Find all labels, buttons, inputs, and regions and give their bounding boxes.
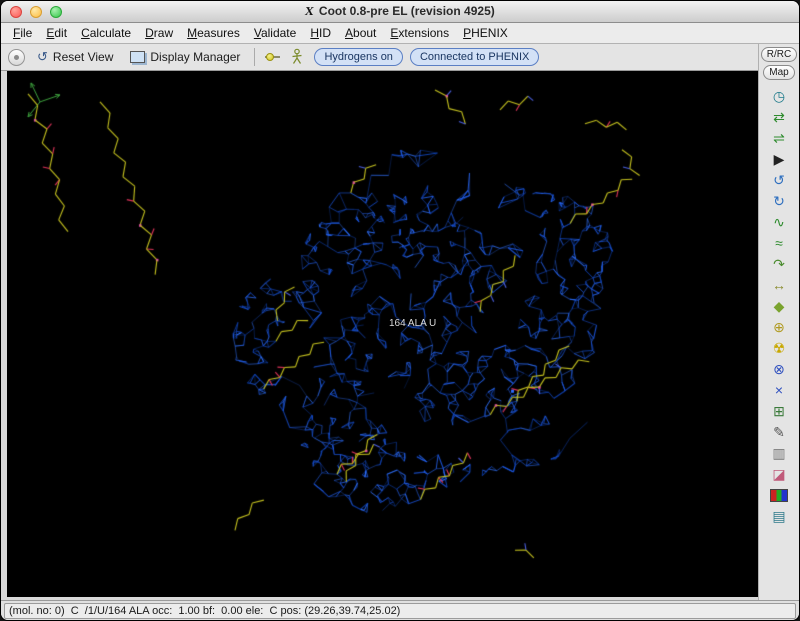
hydrogen-toggle-atom xyxy=(266,53,274,61)
toolbar-overflow-icon xyxy=(14,55,19,60)
regularize-zone-icon[interactable]: ⇄ xyxy=(767,108,791,127)
add-atom-icon[interactable]: ⊞ xyxy=(767,402,791,421)
viewport: 164 ALA U xyxy=(1,71,758,600)
side-icon-strip: ◷ ⇄ ⇌ ▶ ↺ ↻ ∿ ≈ ↷ ↔ ◆ ⊕ ☢ ⊗ × ⊞ ✎ ▥ ◪ ▤ xyxy=(767,87,791,526)
zoom-button[interactable] xyxy=(50,6,62,18)
display-manager-button[interactable]: Display Manager xyxy=(125,48,245,66)
close-button[interactable] xyxy=(10,6,22,18)
right-panel: R/RC Map ◷ ⇄ ⇌ ▶ ↺ ↻ ∿ ≈ ↷ ↔ ◆ ⊕ ☢ ⊗ × ⊞ ✎ ▥ ◪ ▤ xyxy=(758,44,799,600)
refine-arrows-icon[interactable]: ⊗ xyxy=(767,360,791,379)
menu-phenix[interactable]: PHENIX xyxy=(456,24,515,42)
toolbar-overflow-button[interactable] xyxy=(8,49,25,66)
display-manager-label: Display Manager xyxy=(150,50,240,64)
traffic-lights xyxy=(10,6,62,18)
person-glyph xyxy=(289,48,305,65)
rrc-button[interactable]: R/RC xyxy=(761,47,797,62)
auto-fit-rotamer-icon[interactable]: ↺ xyxy=(767,171,791,190)
rotate-translate-icon[interactable]: ▶ xyxy=(767,150,791,169)
toolbar-separator xyxy=(254,48,255,66)
connected-to-phenix-button[interactable]: Connected to PHENIX xyxy=(410,48,539,66)
title-bar[interactable]: X Coot 0.8-pre EL (revision 4925) xyxy=(1,1,799,23)
menu-hid[interactable]: HID xyxy=(303,24,338,42)
rotamers-icon[interactable]: ↻ xyxy=(767,192,791,211)
flip-peptide-icon[interactable]: ↷ xyxy=(767,255,791,274)
minimize-button[interactable] xyxy=(30,6,42,18)
display-settings-icon[interactable] xyxy=(767,486,791,505)
reset-view-icon: ↺ xyxy=(37,51,48,63)
menu-bar: FileEditCalculateDrawMeasuresValidateHID… xyxy=(1,23,799,44)
real-space-refine-icon[interactable]: ◷ xyxy=(767,87,791,106)
menu-extensions[interactable]: Extensions xyxy=(383,24,456,42)
menu-file[interactable]: File xyxy=(6,24,39,42)
sidechain-180-icon[interactable]: ↔ xyxy=(767,276,791,295)
delete-item-icon[interactable]: × xyxy=(767,381,791,400)
map-button[interactable]: Map xyxy=(763,65,794,80)
window-title-text: Coot 0.8-pre EL (revision 4925) xyxy=(319,4,495,18)
edit-pencil-icon[interactable]: ✎ xyxy=(767,423,791,442)
trash-icon[interactable]: ▥ xyxy=(767,444,791,463)
map-contour-icon[interactable]: ▤ xyxy=(767,507,791,526)
add-terminal-residue-icon[interactable]: ⊕ xyxy=(767,318,791,337)
status-text: (mol. no: 0) C /1/U/164 ALA occ: 1.00 bf… xyxy=(4,603,796,619)
display-manager-icon xyxy=(130,51,145,63)
eraser-icon[interactable]: ◪ xyxy=(767,465,791,484)
menu-draw[interactable]: Draw xyxy=(138,24,180,42)
window-title: X Coot 0.8-pre EL (revision 4925) xyxy=(1,4,799,19)
main-toolbar: ↺ Reset View Display Manager xyxy=(1,44,758,71)
torsion-general-icon[interactable]: ≈ xyxy=(767,234,791,253)
menu-validate[interactable]: Validate xyxy=(247,24,304,42)
hydrogens-on-button[interactable]: Hydrogens on xyxy=(314,48,403,66)
coot-window: X Coot 0.8-pre EL (revision 4925) FileEdi… xyxy=(0,0,800,621)
main-column: ↺ Reset View Display Manager xyxy=(1,44,758,600)
status-bar: (mol. no: 0) C /1/U/164 ALA occ: 1.00 bf… xyxy=(1,600,799,620)
rigid-body-fit-icon[interactable]: ⇌ xyxy=(767,129,791,148)
pointer-atom-icon[interactable]: ☢ xyxy=(767,339,791,358)
menu-measures[interactable]: Measures xyxy=(180,24,247,42)
reset-view-label: Reset View xyxy=(53,50,113,64)
person-icon[interactable] xyxy=(289,48,307,66)
hydrogen-toggle-icon[interactable] xyxy=(264,48,282,66)
mutate-residue-icon[interactable]: ◆ xyxy=(767,297,791,316)
edit-chi-angles-icon[interactable]: ∿ xyxy=(767,213,791,232)
content-row: ↺ Reset View Display Manager xyxy=(1,44,799,600)
menu-calculate[interactable]: Calculate xyxy=(74,24,138,42)
rgb-display-glyph xyxy=(770,489,788,502)
menu-about[interactable]: About xyxy=(338,24,383,42)
gl-canvas[interactable] xyxy=(7,71,758,597)
reset-view-button[interactable]: ↺ Reset View xyxy=(32,48,118,66)
menu-edit[interactable]: Edit xyxy=(39,24,74,42)
x11-icon: X xyxy=(304,4,315,19)
